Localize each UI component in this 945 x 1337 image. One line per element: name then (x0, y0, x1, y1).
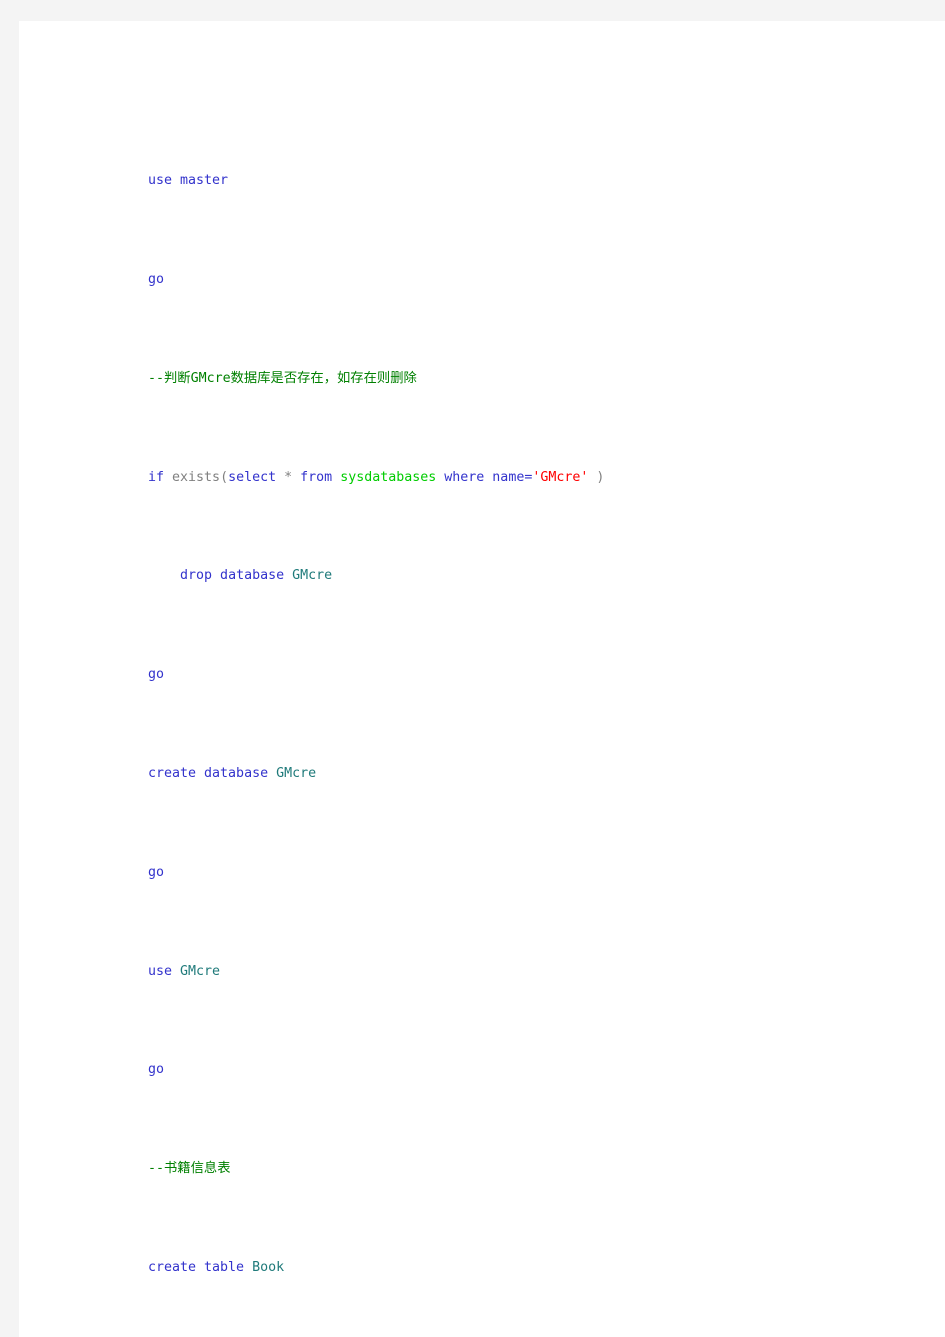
token-db-name: GMcre (172, 963, 221, 979)
code-line-go-2: go (148, 663, 848, 688)
token-keyword-drop: drop database (148, 568, 285, 584)
token-keyword: go (148, 864, 165, 880)
sql-code-block: use master go --判断GMcre数据库是否存在，如存在则删除 if… (148, 95, 848, 1337)
token-keyword: use master (148, 173, 229, 189)
token-column-name: name= (484, 469, 533, 485)
token-paren-open: ( (220, 469, 229, 485)
token-keyword-use: use (148, 963, 173, 979)
document-sheet: use master go --判断GMcre数据库是否存在，如存在则删除 if… (19, 21, 945, 1337)
code-line-comment-book-table: --书籍信息表 (148, 1157, 848, 1182)
code-line-comment-check-db: --判断GMcre数据库是否存在，如存在则删除 (148, 367, 848, 392)
code-line-go-1: go (148, 268, 848, 293)
code-line-use-master: use master (148, 169, 848, 194)
token-paren-close: ) (588, 469, 605, 485)
code-line-go-3: go (148, 861, 848, 886)
token-exists: exists (164, 469, 221, 485)
code-line-drop-database: drop database GMcre (148, 564, 848, 589)
token-star: * (276, 469, 301, 485)
token-keyword-select: select (228, 469, 277, 485)
token-string: 'GMcre' (532, 469, 589, 485)
token-db-name: GMcre (268, 765, 317, 781)
code-line-use-gmcre: use GMcre (148, 960, 848, 985)
token-comment: --书籍信息表 (148, 1161, 231, 1177)
code-line-if-exists: if exists(select * from sysdatabases whe… (148, 466, 848, 491)
token-comment: --判断GMcre数据库是否存在，如存在则删除 (148, 370, 417, 386)
token-db-name: GMcre (284, 568, 333, 584)
token-keyword-create-table: create table (148, 1260, 245, 1276)
token-keyword-where: where (444, 469, 485, 485)
code-line-create-table-book: create table Book (148, 1256, 848, 1281)
document-page: use master go --判断GMcre数据库是否存在，如存在则删除 if… (0, 0, 945, 1337)
token-table-name: Book (244, 1260, 285, 1276)
token-system-table: sysdatabases (332, 469, 445, 485)
code-line-go-4: go (148, 1058, 848, 1083)
token-keyword: go (148, 667, 165, 683)
token-keyword: go (148, 271, 165, 287)
token-keyword-from: from (300, 469, 333, 485)
code-line-create-database: create database GMcre (148, 762, 848, 787)
token-keyword: go (148, 1062, 165, 1078)
token-keyword-create: create database (148, 765, 269, 781)
token-keyword-if: if (148, 469, 165, 485)
